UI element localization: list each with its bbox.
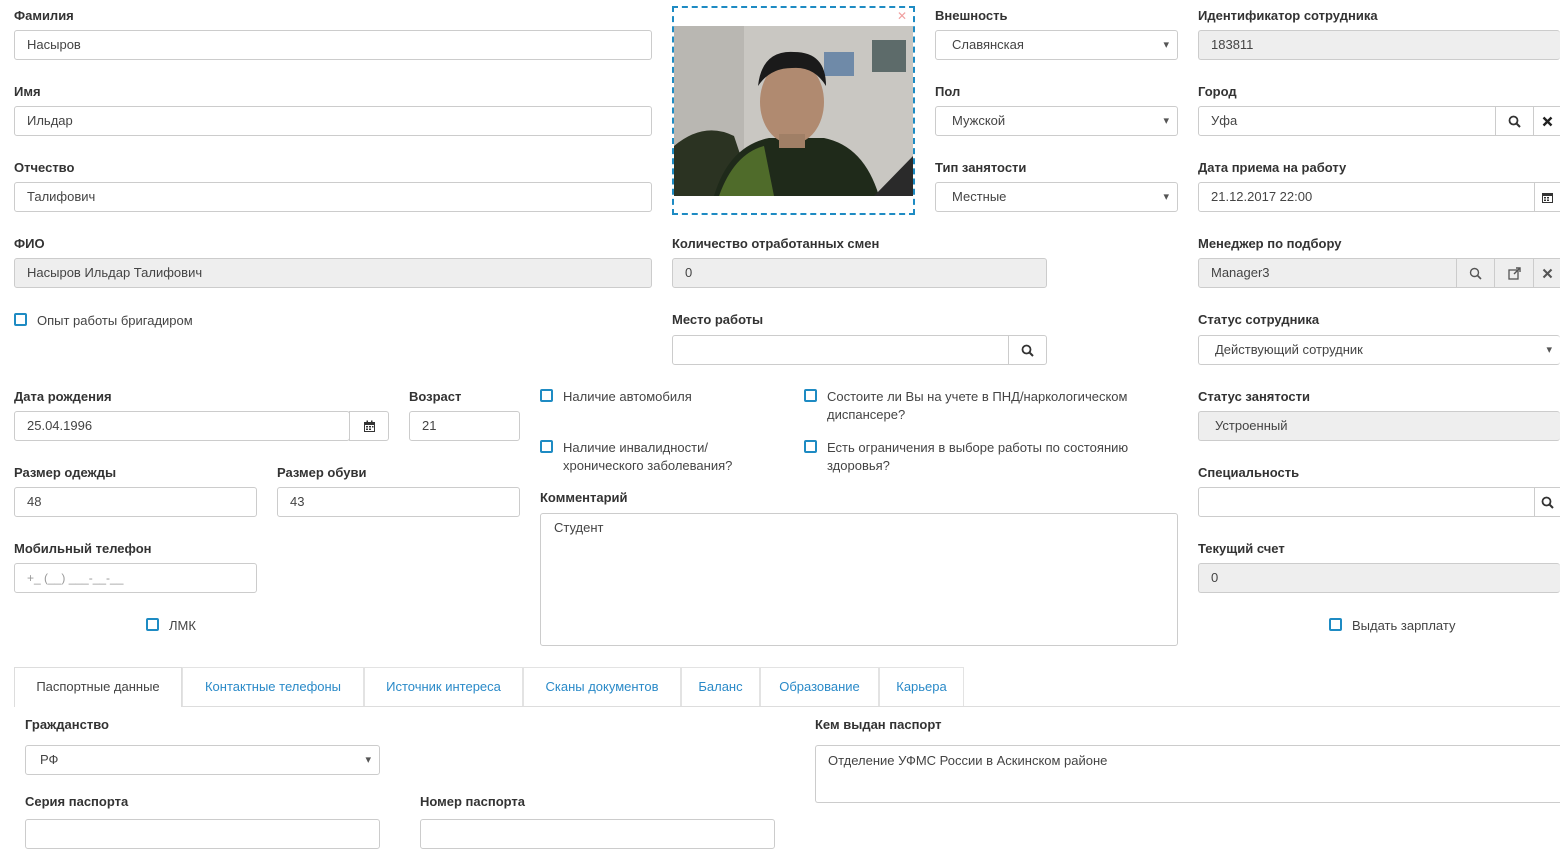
- appearance-select[interactable]: Славянская: [935, 30, 1178, 60]
- clothes-size-label: Размер одежды: [14, 465, 117, 480]
- appearance-label: Внешность: [935, 8, 1008, 23]
- foreman-experience-checkbox[interactable]: Опыт работы бригадиром: [14, 312, 193, 330]
- birth-date-label: Дата рождения: [14, 389, 112, 404]
- city-input[interactable]: Уфа: [1198, 106, 1496, 136]
- tab-passport[interactable]: Паспортные данные: [14, 667, 182, 707]
- name-label: Имя: [14, 84, 41, 99]
- has-car-label: Наличие автомобиля: [563, 389, 692, 404]
- calendar-icon[interactable]: [349, 411, 389, 441]
- tab-bar: Паспортные данные Контактные телефоны Ис…: [14, 667, 1560, 707]
- passport-series-input[interactable]: [25, 819, 380, 849]
- pnd-label: Состоите ли Вы на учете в ПНД/наркологич…: [827, 389, 1128, 422]
- checkbox-box[interactable]: [1329, 618, 1342, 631]
- shifts-count-input: 0: [672, 258, 1047, 288]
- shoe-size-label: Размер обуви: [277, 465, 367, 480]
- has-car-checkbox[interactable]: Наличие автомобиля: [540, 388, 780, 406]
- tab-career[interactable]: Карьера: [879, 667, 964, 706]
- city-search-icon[interactable]: [1495, 106, 1534, 136]
- gender-label: Пол: [935, 84, 961, 99]
- citizenship-select[interactable]: РФ: [25, 745, 380, 775]
- shifts-count-label: Количество отработанных смен: [672, 236, 880, 251]
- shoe-size-input[interactable]: 43: [277, 487, 520, 517]
- birth-date-input[interactable]: 25.04.1996: [14, 411, 350, 441]
- photo-remove-icon[interactable]: ✕: [897, 10, 907, 22]
- tab-education[interactable]: Образование: [760, 667, 879, 706]
- passport-number-input[interactable]: [420, 819, 775, 849]
- hire-date-label: Дата приема на работу: [1198, 160, 1347, 175]
- workplace-label: Место работы: [672, 312, 764, 327]
- recruiter-clear-icon[interactable]: [1533, 258, 1560, 288]
- employee-status-select[interactable]: Действующий сотрудник: [1198, 335, 1560, 365]
- city-clear-icon[interactable]: [1533, 106, 1560, 136]
- employment-status-label: Статус занятости: [1198, 389, 1310, 404]
- health-limits-label: Есть ограничения в выборе работы по сост…: [827, 440, 1129, 473]
- specialty-search-icon[interactable]: [1534, 487, 1560, 517]
- patronymic-input[interactable]: Талифович: [14, 182, 652, 212]
- recruiter-search-icon[interactable]: [1456, 258, 1495, 288]
- employee-status-label: Статус сотрудника: [1198, 312, 1320, 327]
- comment-label: Комментарий: [540, 490, 628, 505]
- age-input[interactable]: 21: [409, 411, 520, 441]
- tab-contact-phones[interactable]: Контактные телефоны: [182, 667, 364, 706]
- health-limits-checkbox[interactable]: Есть ограничения в выборе работы по сост…: [804, 439, 1174, 475]
- disability-checkbox[interactable]: Наличие инвалидности/ хронического забол…: [540, 439, 790, 475]
- tab-interest-source[interactable]: Источник интереса: [364, 667, 523, 706]
- checkbox-box[interactable]: [540, 440, 553, 453]
- photo-frame[interactable]: ✕: [672, 6, 915, 215]
- checkbox-box[interactable]: [540, 389, 553, 402]
- passport-issued-by-label: Кем выдан паспорт: [815, 717, 942, 732]
- pnd-checkbox[interactable]: Состоите ли Вы на учете в ПНД/наркологич…: [804, 388, 1174, 424]
- recruiter-input: Manager3: [1198, 258, 1457, 288]
- workplace-search-icon[interactable]: [1008, 335, 1047, 365]
- passport-number-label: Номер паспорта: [420, 794, 526, 809]
- employee-id-input: 183811: [1198, 30, 1560, 60]
- employee-id-label: Идентификатор сотрудника: [1198, 8, 1378, 23]
- calendar-icon[interactable]: [1534, 182, 1560, 212]
- specialty-input[interactable]: [1198, 487, 1535, 517]
- clothes-size-input[interactable]: 48: [14, 487, 257, 517]
- current-account-input: 0: [1198, 563, 1560, 593]
- patronymic-label: Отчество: [14, 160, 75, 175]
- checkbox-box[interactable]: [14, 313, 27, 326]
- checkbox-box[interactable]: [804, 440, 817, 453]
- pay-salary-checkbox[interactable]: Выдать зарплату: [1329, 617, 1455, 635]
- passport-issued-by-textarea[interactable]: Отделение УФМС России в Аскинском районе: [815, 745, 1560, 803]
- recruiter-label: Менеджер по подбору: [1198, 236, 1342, 251]
- specialty-label: Специальность: [1198, 465, 1300, 480]
- comment-textarea[interactable]: Студент: [540, 513, 1178, 646]
- fio-input: Насыров Ильдар Талифович: [14, 258, 652, 288]
- citizenship-label: Гражданство: [25, 717, 109, 732]
- surname-label: Фамилия: [14, 8, 74, 23]
- tab-balance[interactable]: Баланс: [681, 667, 760, 706]
- surname-input[interactable]: Насыров: [14, 30, 652, 60]
- foreman-experience-label: Опыт работы бригадиром: [37, 313, 193, 328]
- fio-label: ФИО: [14, 236, 45, 251]
- lmk-checkbox[interactable]: ЛМК: [146, 617, 196, 635]
- employee-photo: [674, 26, 913, 196]
- city-label: Город: [1198, 84, 1237, 99]
- pay-salary-label: Выдать зарплату: [1352, 618, 1456, 633]
- gender-select[interactable]: Мужской: [935, 106, 1178, 136]
- employment-type-select[interactable]: Местные: [935, 182, 1178, 212]
- name-input[interactable]: Ильдар: [14, 106, 652, 136]
- current-account-label: Текущий счет: [1198, 541, 1285, 556]
- checkbox-box[interactable]: [146, 618, 159, 631]
- checkbox-box[interactable]: [804, 389, 817, 402]
- tab-document-scans[interactable]: Сканы документов: [523, 667, 681, 706]
- mobile-phone-input[interactable]: +_ (__) ___-__-__: [14, 563, 257, 593]
- workplace-input[interactable]: [672, 335, 1009, 365]
- disability-label: Наличие инвалидности/ хронического забол…: [563, 440, 733, 473]
- open-external-icon[interactable]: [1494, 258, 1534, 288]
- employment-status-select: Устроенный: [1198, 411, 1560, 441]
- employment-type-label: Тип занятости: [935, 160, 1027, 175]
- lmk-label: ЛМК: [169, 618, 196, 633]
- mobile-phone-label: Мобильный телефон: [14, 541, 152, 556]
- age-label: Возраст: [409, 389, 462, 404]
- hire-date-input[interactable]: 21.12.2017 22:00: [1198, 182, 1535, 212]
- passport-series-label: Серия паспорта: [25, 794, 129, 809]
